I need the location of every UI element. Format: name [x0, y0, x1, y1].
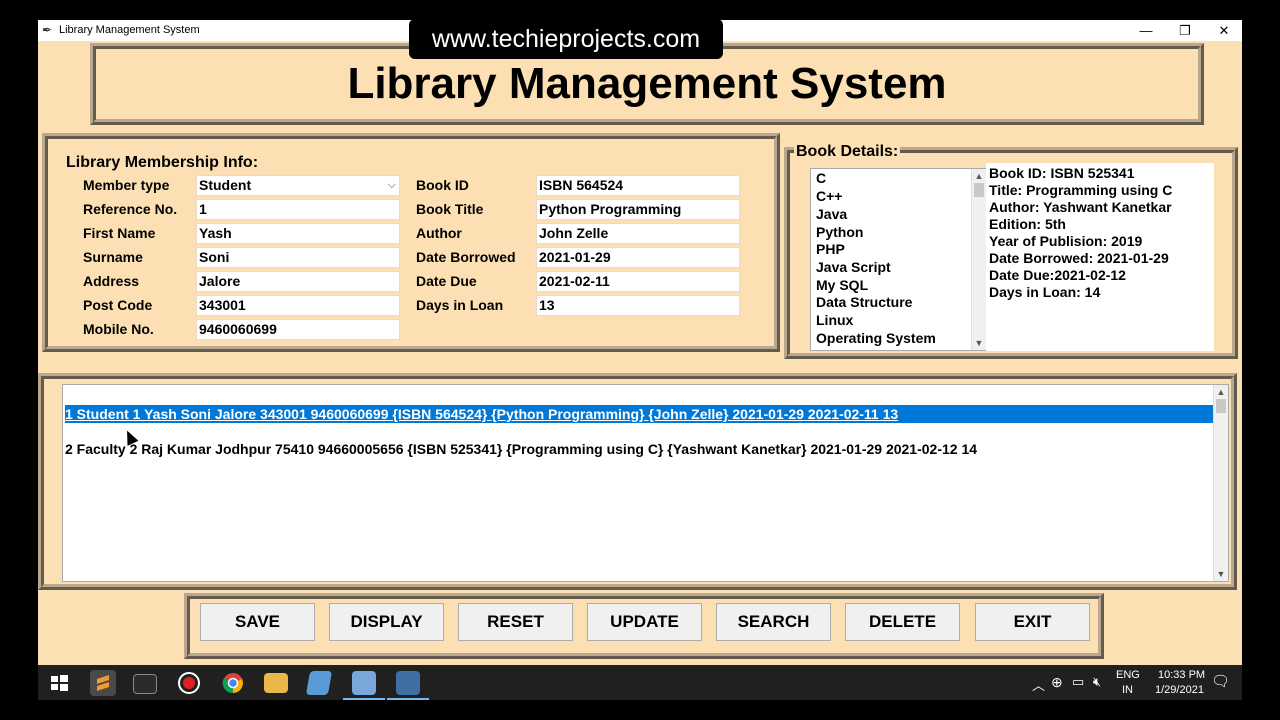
display-button[interactable]: DISPLAY: [329, 603, 444, 641]
book-title-label: Book Title: [416, 201, 484, 217]
list-item[interactable]: C: [816, 170, 826, 186]
post-code-label: Post Code: [83, 297, 153, 313]
surname-input[interactable]: Soni: [196, 247, 400, 268]
restore-button[interactable]: ❐: [1165, 20, 1205, 41]
table-row[interactable]: 2 Faculty 2 Raj Kumar Jodhpur 75410 9466…: [65, 440, 977, 458]
chevron-up-icon[interactable]: ︿: [1032, 675, 1045, 694]
reset-button[interactable]: RESET: [458, 603, 573, 641]
app-window: ✒ Library Management System — ❐ ✕ Librar…: [38, 20, 1242, 665]
scroll-up-icon[interactable]: ▲: [1214, 385, 1228, 399]
list-item[interactable]: Operating System: [816, 330, 936, 346]
author-input[interactable]: John Zelle: [536, 223, 740, 244]
mobile-input[interactable]: 9460060699: [196, 319, 400, 340]
list-item[interactable]: PHP: [816, 241, 845, 257]
list-item[interactable]: Python: [816, 224, 863, 240]
scroll-down-icon[interactable]: ▼: [1214, 567, 1228, 581]
book-info-line: Author: Yashwant Kanetkar: [989, 199, 1172, 215]
scroll-down-icon[interactable]: ▼: [972, 336, 986, 350]
member-type-label: Member type: [83, 177, 170, 193]
records-listbox[interactable]: 1 Student 1 Yash Soni Jalore 343001 9460…: [62, 384, 1229, 582]
minimize-button[interactable]: —: [1126, 20, 1166, 41]
delete-button[interactable]: DELETE: [845, 603, 960, 641]
active-indicator: [343, 698, 385, 700]
feather-icon: ✒: [42, 23, 53, 37]
book-details-group-label: Book Details:: [794, 143, 901, 161]
book-id-label: Book ID: [416, 177, 469, 193]
book-info-line: Year of Publision: 2019: [989, 233, 1143, 249]
taskbar: ︿ ⊕ ▭ 🔇︎ ENG IN 10:33 PM 1/29/2021 🗨︎: [38, 665, 1242, 700]
clock-time[interactable]: 10:33 PM: [1158, 669, 1205, 681]
member-type-value: Student: [199, 177, 252, 193]
address-input[interactable]: Jalore: [196, 271, 400, 292]
scroll-up-icon[interactable]: ▲: [972, 169, 986, 183]
book-info-line: Days in Loan: 14: [989, 284, 1101, 300]
book-listbox[interactable]: C C++ Java Python PHP Java Script My SQL…: [810, 168, 987, 351]
volume-muted-icon[interactable]: 🔇︎: [1093, 674, 1101, 690]
list-item[interactable]: Java Script: [816, 259, 891, 275]
chevron-down-icon: ⌵: [387, 179, 396, 191]
python-app-icon[interactable]: [396, 671, 420, 695]
date-due-input[interactable]: 2021-02-11: [536, 271, 740, 292]
records-scrollbar[interactable]: ▲ ▼: [1213, 385, 1228, 581]
address-label: Address: [83, 273, 140, 289]
author-label: Author: [416, 225, 462, 241]
book-info-line: Title: Programming using C: [989, 182, 1173, 198]
days-in-loan-input[interactable]: 13: [536, 295, 740, 316]
first-name-label: First Name: [83, 225, 156, 241]
scroll-thumb[interactable]: [1216, 399, 1226, 413]
language-indicator[interactable]: ENG: [1116, 669, 1140, 681]
book-info-line: Date Borrowed: 2021-01-29: [989, 250, 1169, 266]
list-item[interactable]: C++: [816, 188, 842, 204]
book-id-input[interactable]: ISBN 564524: [536, 175, 740, 196]
date-borrowed-label: Date Borrowed: [416, 249, 516, 265]
list-item[interactable]: Java: [816, 206, 847, 222]
book-list-scrollbar[interactable]: ▲ ▼: [971, 169, 986, 350]
mobile-label: Mobile No.: [83, 321, 154, 337]
windows-start-icon[interactable]: [47, 671, 71, 695]
member-type-select[interactable]: Student ⌵: [196, 175, 400, 196]
exit-button[interactable]: EXIT: [975, 603, 1090, 641]
watermark-label: www.techieprojects.com: [409, 19, 723, 59]
date-borrowed-input[interactable]: 2021-01-29: [536, 247, 740, 268]
surname-label: Surname: [83, 249, 143, 265]
date-due-label: Date Due: [416, 273, 477, 289]
list-item[interactable]: Data Structure: [816, 294, 912, 310]
book-title-input[interactable]: Python Programming: [536, 199, 740, 220]
language-region: IN: [1122, 684, 1133, 696]
scroll-thumb[interactable]: [974, 183, 984, 197]
post-code-input[interactable]: 343001: [196, 295, 400, 316]
python-idle-icon[interactable]: [352, 671, 376, 695]
close-button[interactable]: ✕: [1204, 20, 1242, 41]
network-icon[interactable]: ⊕: [1051, 674, 1063, 691]
save-button[interactable]: SAVE: [200, 603, 315, 641]
reference-label: Reference No.: [83, 201, 178, 217]
book-info-line: Date Due:2021-02-12: [989, 267, 1126, 283]
table-row[interactable]: 1 Student 1 Yash Soni Jalore 343001 9460…: [65, 405, 1213, 423]
search-button[interactable]: SEARCH: [716, 603, 831, 641]
first-name-input[interactable]: Yash: [196, 223, 400, 244]
page-title: Library Management System: [347, 59, 947, 108]
record-icon[interactable]: [177, 671, 201, 695]
terminal-icon[interactable]: [133, 674, 157, 694]
list-item[interactable]: My SQL: [816, 277, 868, 293]
sublime-text-icon[interactable]: [90, 670, 116, 696]
active-indicator: [387, 698, 429, 700]
clock-date[interactable]: 1/29/2021: [1155, 684, 1204, 696]
days-in-loan-label: Days in Loan: [416, 297, 504, 313]
file-explorer-icon[interactable]: [264, 673, 288, 693]
notification-icon[interactable]: 🗨︎: [1211, 672, 1230, 690]
reference-input[interactable]: 1: [196, 199, 400, 220]
update-button[interactable]: UPDATE: [587, 603, 702, 641]
book-info-line: Book ID: ISBN 525341: [989, 165, 1135, 181]
list-item[interactable]: Linux: [816, 312, 853, 328]
window-title: Library Management System: [59, 24, 200, 36]
chrome-icon[interactable]: [221, 671, 245, 695]
membership-group-label: Library Membership Info:: [64, 154, 261, 172]
book-info-text: Book ID: ISBN 525341 Title: Programming …: [986, 163, 1214, 351]
notepad-icon[interactable]: [305, 671, 333, 695]
book-info-line: Edition: 5th: [989, 216, 1066, 232]
battery-icon[interactable]: ▭: [1072, 674, 1084, 690]
